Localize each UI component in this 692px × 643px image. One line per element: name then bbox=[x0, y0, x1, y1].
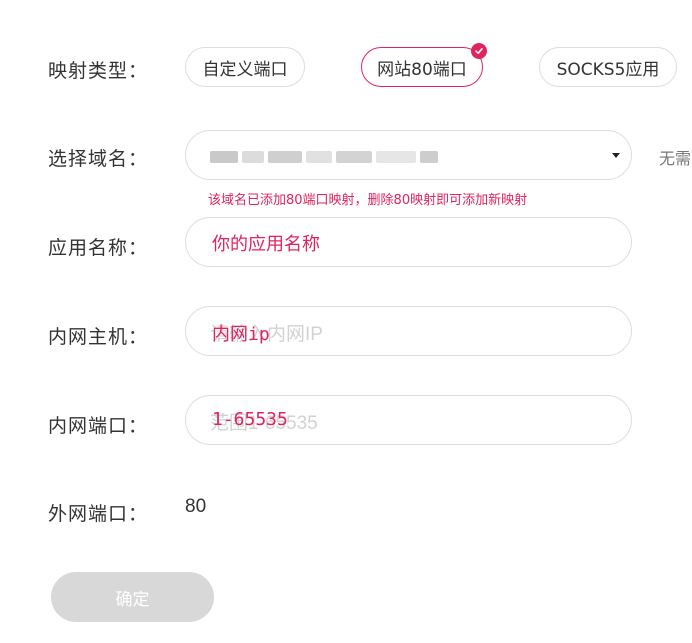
selected-check-icon bbox=[471, 43, 487, 59]
domain-error-hint: 该域名已添加80端口映射，删除80映射即可添加新映射 bbox=[208, 193, 528, 208]
app-name-annotation: 你的应用名称 bbox=[212, 234, 320, 255]
internal-host-label: 内网主机： bbox=[48, 326, 149, 348]
option-custom-port-label: 自定义端口 bbox=[202, 59, 288, 80]
submit-button[interactable]: 确定 bbox=[51, 572, 214, 622]
domain-select[interactable] bbox=[185, 130, 632, 180]
domain-side-note: 无需 bbox=[659, 149, 692, 168]
dropdown-caret-icon[interactable] bbox=[612, 153, 620, 158]
internal-port-label: 内网端口： bbox=[48, 415, 149, 437]
internal-host-annotation: 内网ip bbox=[212, 324, 270, 345]
app-name-input[interactable]: 你的应用名称 bbox=[185, 217, 632, 267]
internal-host-input[interactable]: 请输入内网IP 内网ip bbox=[185, 306, 632, 356]
mapping-type-label: 映射类型： bbox=[48, 60, 149, 82]
option-socks5-app[interactable]: SOCKS5应用 bbox=[539, 47, 677, 87]
app-name-label: 应用名称： bbox=[48, 237, 149, 259]
option-web-80-port[interactable]: 网站80端口 bbox=[361, 43, 487, 87]
option-socks5-app-label: SOCKS5应用 bbox=[556, 59, 660, 80]
option-web-80-port-label: 网站80端口 bbox=[377, 59, 467, 80]
external-port-label: 外网端口： bbox=[48, 503, 149, 525]
external-port-value: 80 bbox=[185, 496, 207, 517]
option-custom-port[interactable]: 自定义端口 bbox=[185, 47, 305, 87]
domain-label: 选择域名： bbox=[48, 148, 149, 170]
internal-port-annotation: 1-65535 bbox=[212, 409, 288, 430]
internal-port-input[interactable]: 范围1-65535 1-65535 bbox=[185, 395, 632, 445]
